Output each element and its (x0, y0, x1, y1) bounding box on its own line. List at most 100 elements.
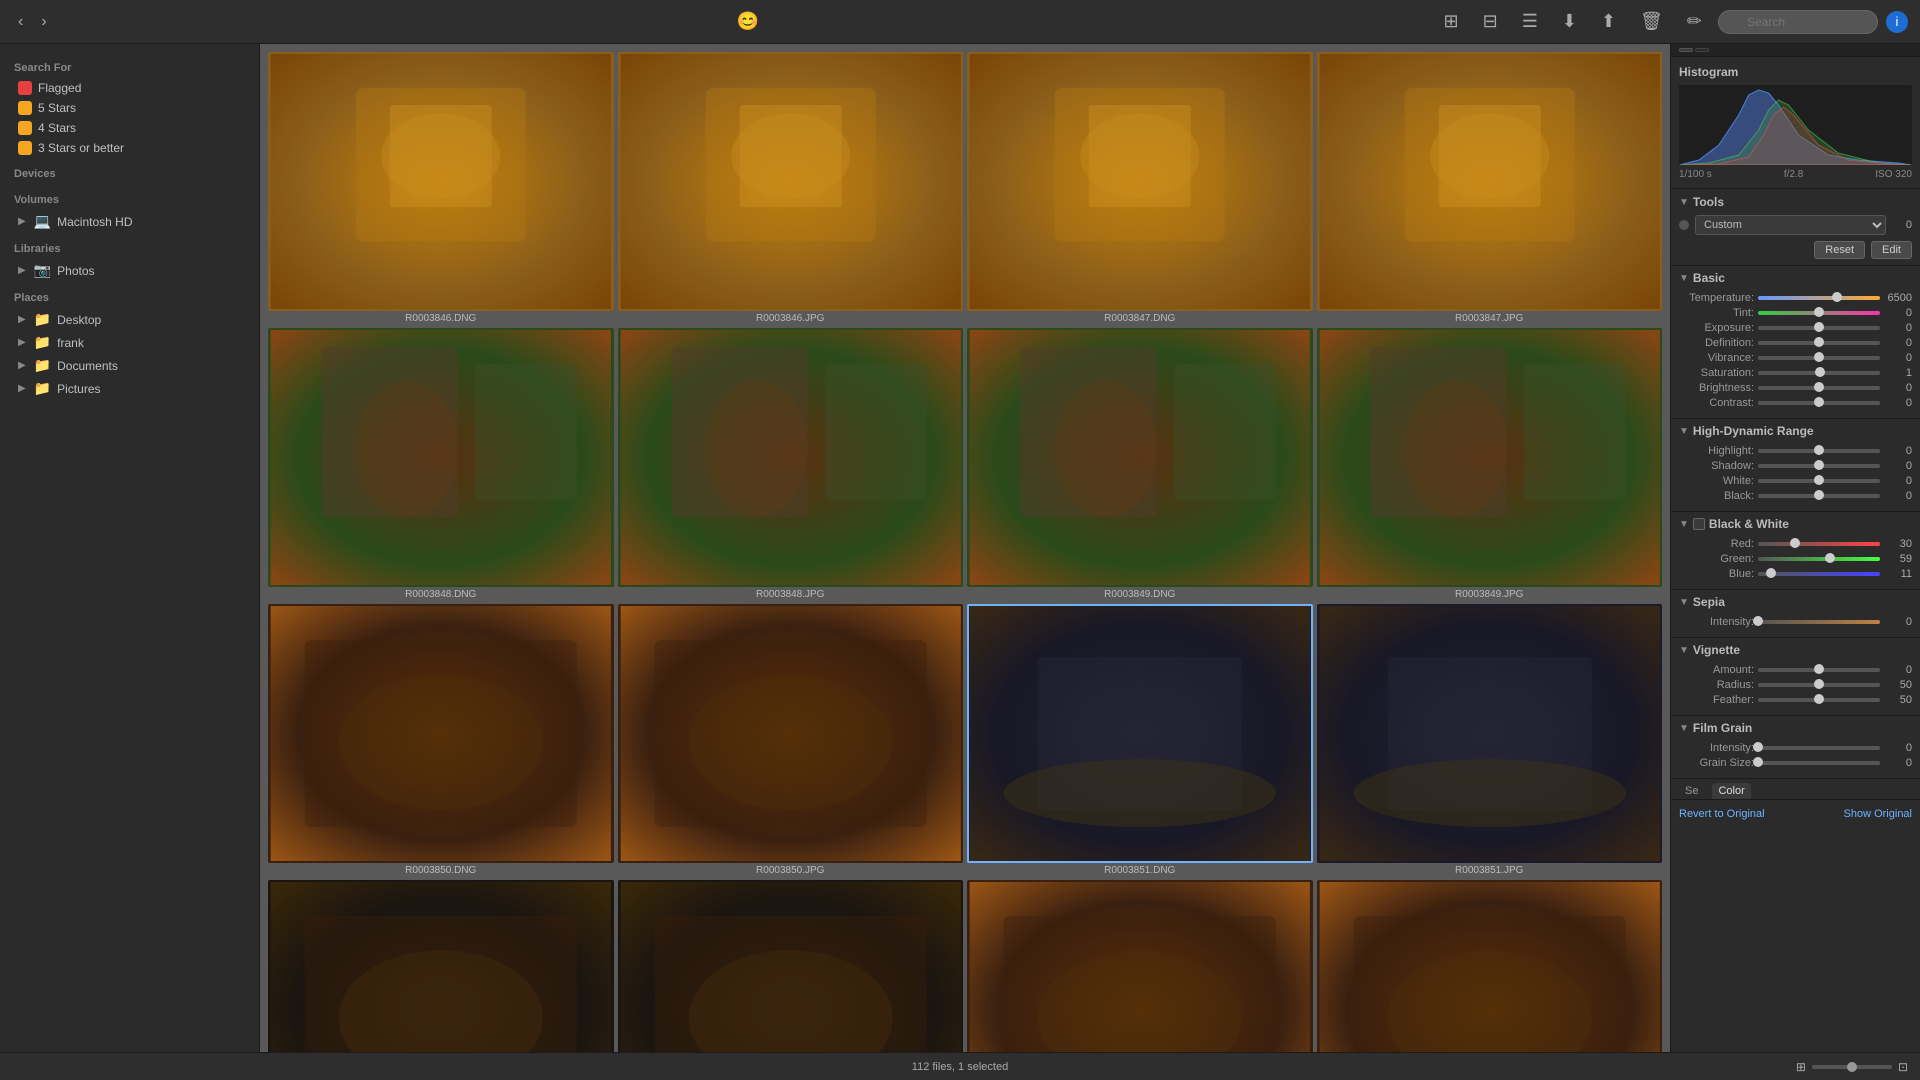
vignette-amount-slider[interactable] (1758, 668, 1880, 672)
revert-to-original-button[interactable]: Revert to Original (1679, 808, 1765, 820)
zoom-slider[interactable] (1812, 1065, 1892, 1069)
photo-thumb-16[interactable] (1317, 880, 1663, 1052)
black-slider[interactable] (1758, 494, 1880, 498)
photo-cell-9[interactable]: R0003850.DNG (268, 604, 614, 876)
temperature-thumb[interactable] (1832, 292, 1842, 302)
photo-thumb-11[interactable] (967, 604, 1313, 863)
search-input[interactable] (1718, 10, 1878, 34)
sepia-intensity-thumb[interactable] (1753, 616, 1763, 626)
reset-button[interactable]: Reset (1814, 241, 1865, 259)
photo-thumb-13[interactable] (268, 880, 614, 1052)
photo-cell-11[interactable]: R0003851.DNG (967, 604, 1313, 876)
photo-thumb-1[interactable] (268, 52, 614, 311)
black-thumb[interactable] (1814, 490, 1824, 500)
photo-thumb-10[interactable] (618, 604, 964, 863)
green-slider[interactable] (1758, 557, 1880, 561)
vignette-radius-thumb[interactable] (1814, 679, 1824, 689)
photo-cell-7[interactable]: R0003849.DNG (967, 328, 1313, 600)
contrast-thumb[interactable] (1814, 397, 1824, 407)
sidebar-item-documents[interactable]: ▶ 📁 Documents (4, 354, 255, 377)
bw-checkbox[interactable] (1693, 518, 1705, 530)
photo-cell-3[interactable]: R0003847.DNG (967, 52, 1313, 324)
tools-custom-dropdown[interactable]: Custom (1695, 215, 1886, 235)
tint-slider[interactable] (1758, 311, 1880, 315)
sepia-section-header[interactable]: ▼ Sepia (1671, 590, 1920, 614)
share-button[interactable]: ⬆ (1593, 7, 1624, 36)
photo-cell-14[interactable]: R0003852.JPG (618, 880, 964, 1052)
photo-cell-12[interactable]: R0003851.JPG (1317, 604, 1663, 876)
photo-thumb-5[interactable] (268, 328, 614, 587)
green-thumb[interactable] (1825, 553, 1835, 563)
bw-section-header[interactable]: ▼ Black & White (1671, 512, 1920, 536)
highlight-thumb[interactable] (1814, 445, 1824, 455)
sidebar-item-3stars[interactable]: 3 Stars or better (4, 138, 255, 158)
sidebar-item-frank[interactable]: ▶ 📁 frank (4, 331, 255, 354)
basic-section-header[interactable]: ▼ Basic (1671, 266, 1920, 290)
grain-size-thumb[interactable] (1753, 757, 1763, 767)
hdr-section-header[interactable]: ▼ High-Dynamic Range (1671, 419, 1920, 443)
white-slider[interactable] (1758, 479, 1880, 483)
sidebar-item-photos[interactable]: ▶ 📷 Photos (4, 259, 255, 282)
tools-header[interactable]: ▼ Tools (1679, 195, 1912, 209)
sidebar-item-5stars[interactable]: 5 Stars (4, 98, 255, 118)
edit-mode-button[interactable]: ✏ (1679, 7, 1710, 36)
brightness-thumb[interactable] (1814, 382, 1824, 392)
temperature-slider[interactable] (1758, 296, 1880, 300)
vibrance-thumb[interactable] (1814, 352, 1824, 362)
status-grid-icon[interactable]: ⊞ (1796, 1060, 1806, 1074)
photo-thumb-14[interactable] (618, 880, 964, 1052)
photo-thumb-2[interactable] (618, 52, 964, 311)
photo-cell-13[interactable]: R0003852.DNG (268, 880, 614, 1052)
shadow-slider[interactable] (1758, 464, 1880, 468)
forward-button[interactable]: › (35, 9, 52, 35)
sidebar-item-4stars[interactable]: 4 Stars (4, 118, 255, 138)
vignette-amount-thumb[interactable] (1814, 664, 1824, 674)
sidebar-item-flagged[interactable]: Flagged (4, 78, 255, 98)
color-tab[interactable]: Color (1712, 783, 1750, 799)
show-original-button[interactable]: Show Original (1844, 808, 1912, 820)
photo-thumb-9[interactable] (268, 604, 614, 863)
film-grain-section-header[interactable]: ▼ Film Grain (1671, 716, 1920, 740)
right-tab-1[interactable] (1679, 48, 1693, 52)
sidebar-item-macintosh-hd[interactable]: ▶ 💻 Macintosh HD (4, 210, 255, 233)
photo-thumb-3[interactable] (967, 52, 1313, 311)
grain-size-slider[interactable] (1758, 761, 1880, 765)
photo-cell-4[interactable]: R0003847.JPG (1317, 52, 1663, 324)
photo-cell-8[interactable]: R0003849.JPG (1317, 328, 1663, 600)
red-thumb[interactable] (1790, 538, 1800, 548)
photo-cell-5[interactable]: R0003848.DNG (268, 328, 614, 600)
contrast-slider[interactable] (1758, 401, 1880, 405)
vignette-feather-thumb[interactable] (1814, 694, 1824, 704)
tint-thumb[interactable] (1814, 307, 1824, 317)
red-slider[interactable] (1758, 542, 1880, 546)
sepia-intensity-slider[interactable] (1758, 620, 1880, 624)
blue-thumb[interactable] (1766, 568, 1776, 578)
back-button[interactable]: ‹ (12, 9, 29, 35)
right-tab-2[interactable] (1695, 48, 1709, 52)
photo-cell-10[interactable]: R0003850.JPG (618, 604, 964, 876)
grain-intensity-thumb[interactable] (1753, 742, 1763, 752)
highlight-slider[interactable] (1758, 449, 1880, 453)
exposure-thumb[interactable] (1814, 322, 1824, 332)
list-view-button[interactable]: ☰ (1514, 7, 1546, 36)
sidebar-item-desktop[interactable]: ▶ 📁 Desktop (4, 308, 255, 331)
photo-cell-2[interactable]: R0003846.JPG (618, 52, 964, 324)
blue-slider[interactable] (1758, 572, 1880, 576)
photo-thumb-4[interactable] (1317, 52, 1663, 311)
grid-view-button[interactable]: ⊞ (1436, 7, 1467, 36)
photo-cell-6[interactable]: R0003848.JPG (618, 328, 964, 600)
photo-cell-16[interactable]: R0003853.JPG (1317, 880, 1663, 1052)
delete-button[interactable]: 🗑 (1632, 7, 1671, 36)
photo-cell-15[interactable]: R0003853.DNG (967, 880, 1313, 1052)
vibrance-slider[interactable] (1758, 356, 1880, 360)
status-fit-icon[interactable]: ⊡ (1898, 1060, 1908, 1074)
se-tab[interactable]: Se (1679, 783, 1704, 799)
saturation-thumb[interactable] (1815, 367, 1825, 377)
photo-thumb-6[interactable] (618, 328, 964, 587)
shadow-thumb[interactable] (1814, 460, 1824, 470)
edit-button[interactable]: Edit (1871, 241, 1912, 259)
exposure-slider[interactable] (1758, 326, 1880, 330)
compare-view-button[interactable]: ⊟ (1475, 7, 1506, 36)
photo-thumb-8[interactable] (1317, 328, 1663, 587)
zoom-slider-thumb[interactable] (1847, 1062, 1857, 1072)
